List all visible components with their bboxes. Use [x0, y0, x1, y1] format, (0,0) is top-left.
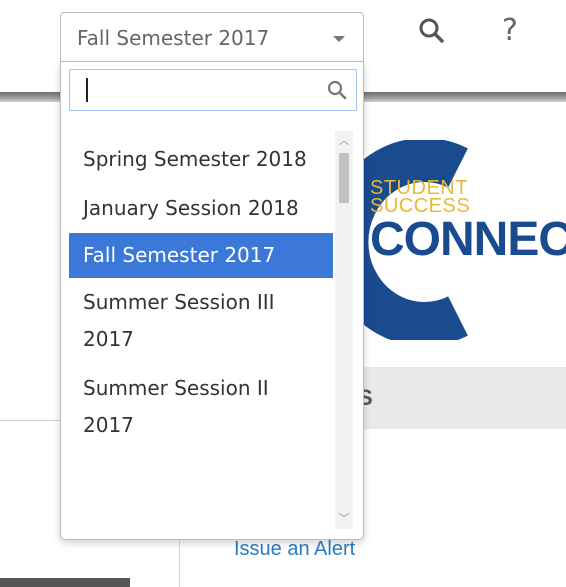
options-viewport: Spring Semester 2018 January Session 201…: [69, 131, 333, 529]
options-list: Spring Semester 2018 January Session 201…: [69, 135, 333, 450]
student-success-connect-logo: STUDENT SUCCESS CONNECT: [340, 140, 566, 340]
term-select-value: Fall Semester 2017: [77, 26, 270, 50]
logo-text-connect: CONNECT: [370, 213, 566, 266]
option-summer-session-iii-2017[interactable]: Summer Session III 2017: [69, 278, 333, 364]
scroll-down-icon[interactable]: ﹀: [335, 511, 353, 527]
text-cursor: [86, 78, 88, 102]
dropdown-scrollbar[interactable]: ︿ ﹀: [335, 131, 353, 529]
dropdown-search-input[interactable]: [70, 70, 328, 110]
option-fall-semester-2017[interactable]: Fall Semester 2017: [69, 233, 333, 278]
term-dropdown: Spring Semester 2018 January Session 201…: [60, 61, 364, 540]
search-icon: [326, 79, 348, 101]
option-summer-session-ii-2017[interactable]: Summer Session II 2017: [69, 364, 333, 450]
search-icon[interactable]: [417, 14, 447, 48]
option-spring-semester-2018[interactable]: Spring Semester 2018: [69, 135, 333, 184]
screen: ? STUDENT SUCCESS CONNECT S Issue an Ale…: [0, 0, 566, 587]
dropdown-search-box: [69, 69, 357, 111]
help-icon[interactable]: ?: [502, 14, 518, 48]
scroll-thumb[interactable]: [339, 153, 349, 203]
scroll-up-icon[interactable]: ︿: [335, 133, 353, 149]
option-january-session-2018[interactable]: January Session 2018: [69, 184, 333, 233]
chevron-down-icon: [333, 36, 345, 42]
term-select[interactable]: Fall Semester 2017: [60, 12, 364, 62]
left-dark-bar: [0, 578, 130, 587]
